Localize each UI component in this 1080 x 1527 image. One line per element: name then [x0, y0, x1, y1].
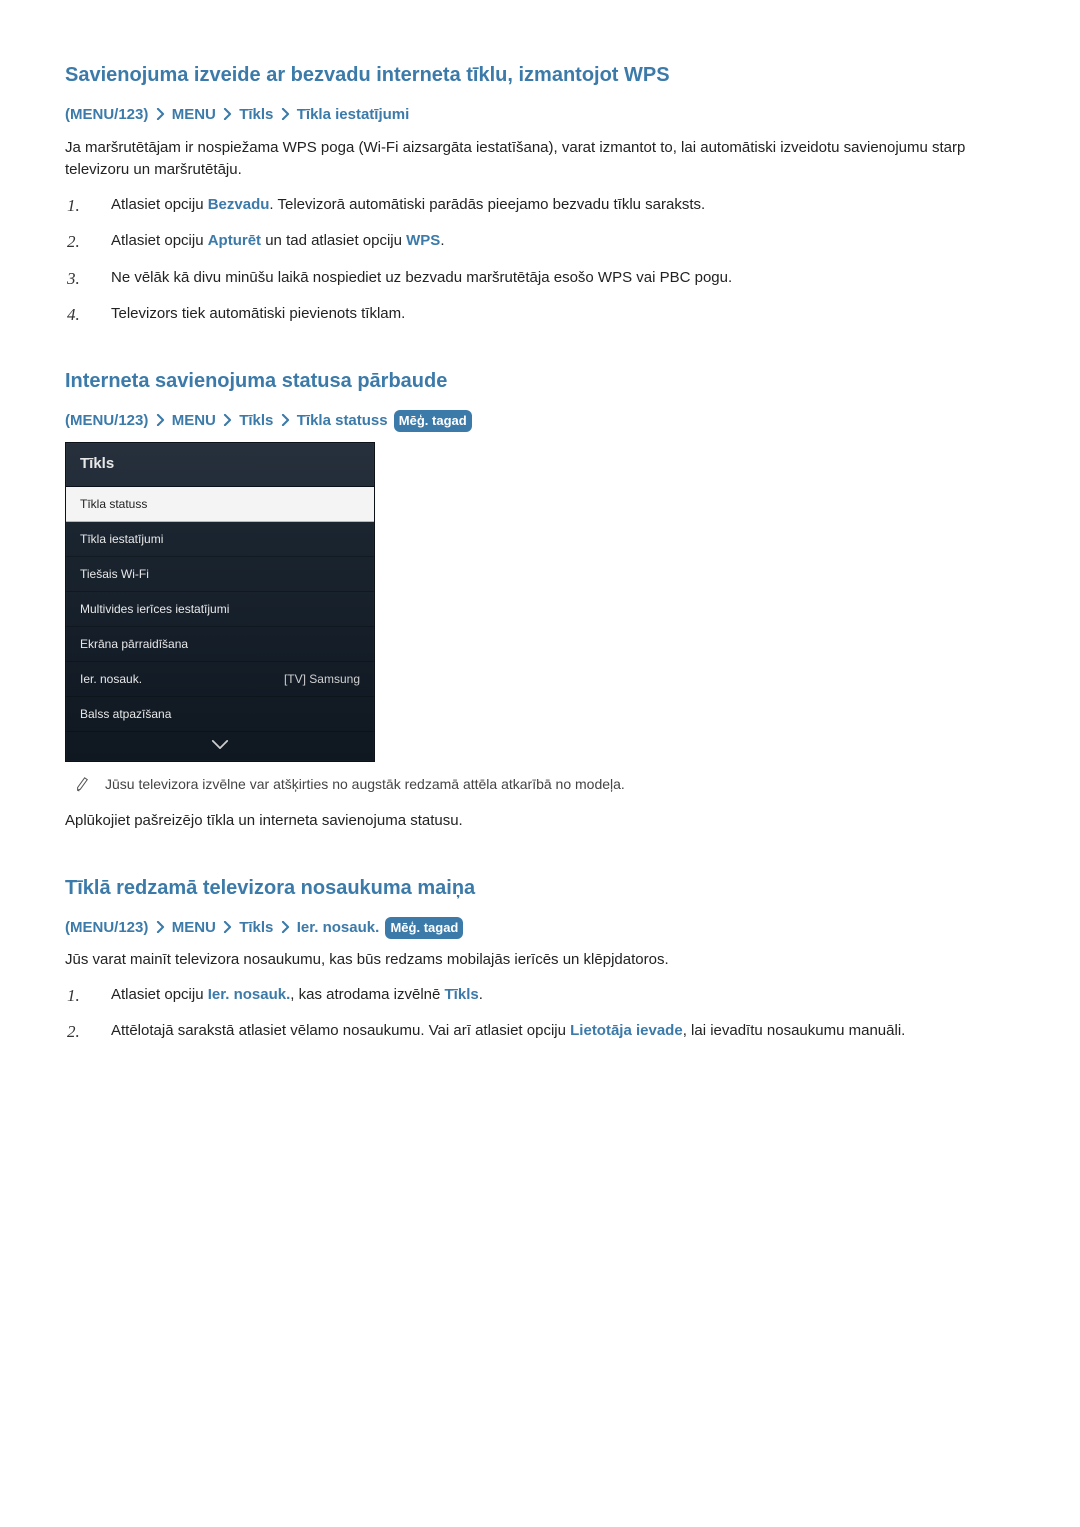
breadcrumb: (MENU/123) MENU Tīkls Ier. nosauk. Mēģ. …: [65, 917, 1015, 940]
keyword: Ier. nosauk.: [208, 986, 291, 1003]
keyword: Lietotāja ievade: [570, 1022, 683, 1039]
menu-item-label: Balss atpazīšana: [80, 705, 171, 723]
menu-item[interactable]: Multivides ierīces iestatījumi: [66, 592, 374, 627]
step-number: 1.: [67, 983, 93, 1009]
step-number: 4.: [67, 302, 93, 328]
paragraph: Aplūkojiet pašreizējo tīkla un interneta…: [65, 810, 1015, 833]
menu-item[interactable]: Ekrāna pārraidīšana: [66, 627, 374, 662]
menu-item[interactable]: Tīkla iestatījumi: [66, 522, 374, 557]
breadcrumb-item: Tīkla iestatījumi: [297, 106, 410, 123]
menu-item-label: Multivides ierīces iestatījumi: [80, 600, 229, 618]
section-rename: Tīklā redzamā televizora nosaukuma maiņa…: [65, 873, 1015, 1043]
list-item: 1. Atlasiet opciju Ier. nosauk., kas atr…: [95, 984, 1015, 1007]
breadcrumb-item: MENU/123: [70, 412, 143, 429]
section-wps: Savienojuma izveide ar bezvadu interneta…: [65, 60, 1015, 326]
breadcrumb: (MENU/123) MENU Tīkls Tīkla iestatījumi: [65, 104, 1015, 127]
step-text: un tad atlasiet opciju: [261, 232, 406, 249]
chevron-right-icon: [281, 918, 290, 941]
section-status: Interneta savienojuma statusa pārbaude (…: [65, 366, 1015, 833]
step-number: 2.: [67, 1019, 93, 1045]
breadcrumb-item: MENU: [172, 919, 216, 936]
list-item: 2. Atlasiet opciju Apturēt un tad atlasi…: [95, 230, 1015, 253]
breadcrumb-item: MENU: [172, 412, 216, 429]
menu-item-value: [TV] Samsung: [284, 670, 360, 688]
breadcrumb-item: Tīkla statuss: [297, 412, 388, 429]
ordered-list: 1. Atlasiet opciju Ier. nosauk., kas atr…: [65, 984, 1015, 1043]
chevron-right-icon: [281, 411, 290, 434]
keyword: Bezvadu: [208, 196, 270, 213]
step-text: Televizors tiek automātiski pievienots t…: [111, 305, 405, 322]
chevron-right-icon: [223, 411, 232, 434]
chevron-right-icon: [156, 411, 165, 434]
step-text: Atlasiet opciju: [111, 986, 208, 1003]
keyword: Tīkls: [445, 986, 479, 1003]
list-item: 4. Televizors tiek automātiski pievienot…: [95, 303, 1015, 326]
list-item: 2. Attēlotajā sarakstā atlasiet vēlamo n…: [95, 1020, 1015, 1043]
step-text: Attēlotajā sarakstā atlasiet vēlamo nosa…: [111, 1022, 570, 1039]
tv-menu-panel: Tīkls Tīkla statuss Tīkla iestatījumi Ti…: [65, 442, 375, 762]
breadcrumb: (MENU/123) MENU Tīkls Tīkla statuss Mēģ.…: [65, 410, 1015, 433]
menu-item-label: Tiešais Wi-Fi: [80, 565, 149, 583]
chevron-right-icon: [156, 105, 165, 128]
chevron-right-icon: [223, 105, 232, 128]
menu-item-label: Tīkla iestatījumi: [80, 530, 163, 548]
chevron-right-icon: [156, 918, 165, 941]
paren-close: ): [143, 919, 148, 936]
try-now-badge[interactable]: Mēģ. tagad: [385, 917, 463, 940]
step-text: Atlasiet opciju: [111, 196, 208, 213]
scroll-down-button[interactable]: [66, 732, 374, 762]
note-text: Jūsu televizora izvēlne var atšķirties n…: [105, 774, 625, 798]
menu-item[interactable]: Tiešais Wi-Fi: [66, 557, 374, 592]
breadcrumb-item: MENU/123: [70, 106, 143, 123]
chevron-right-icon: [281, 105, 290, 128]
intro-paragraph: Jūs varat mainīt televizora nosaukumu, k…: [65, 949, 1015, 972]
menu-item-label: Ier. nosauk.: [80, 670, 142, 688]
section-heading: Savienojuma izveide ar bezvadu interneta…: [65, 60, 1015, 90]
menu-item[interactable]: Ier. nosauk. [TV] Samsung: [66, 662, 374, 697]
step-text: Ne vēlāk kā divu minūšu laikā nospiediet…: [111, 269, 732, 286]
menu-item[interactable]: Tīkla statuss: [66, 487, 374, 522]
breadcrumb-item: Tīkls: [239, 412, 273, 429]
step-text: , lai ievadītu nosaukumu manuāli.: [683, 1022, 906, 1039]
paren-close: ): [143, 106, 148, 123]
step-text: .: [440, 232, 444, 249]
note: Jūsu televizora izvēlne var atšķirties n…: [65, 774, 1015, 798]
step-number: 2.: [67, 229, 93, 255]
try-now-badge[interactable]: Mēģ. tagad: [394, 410, 472, 433]
intro-paragraph: Ja maršrutētājam ir nospiežama WPS poga …: [65, 137, 1015, 182]
step-text: .: [479, 986, 483, 1003]
menu-item-label: Ekrāna pārraidīšana: [80, 635, 188, 653]
paren-close: ): [143, 412, 148, 429]
menu-item[interactable]: Balss atpazīšana: [66, 697, 374, 732]
list-item: 3. Ne vēlāk kā divu minūšu laikā nospied…: [95, 267, 1015, 290]
breadcrumb-item: MENU: [172, 106, 216, 123]
ordered-list: 1. Atlasiet opciju Bezvadu. Televizorā a…: [65, 194, 1015, 326]
breadcrumb-item: Tīkls: [239, 919, 273, 936]
keyword: WPS: [406, 232, 440, 249]
breadcrumb-item: Ier. nosauk.: [297, 919, 380, 936]
pencil-icon: [75, 775, 89, 799]
step-number: 3.: [67, 266, 93, 292]
step-number: 1.: [67, 193, 93, 219]
list-item: 1. Atlasiet opciju Bezvadu. Televizorā a…: [95, 194, 1015, 217]
breadcrumb-item: MENU/123: [70, 919, 143, 936]
keyword: Apturēt: [208, 232, 261, 249]
step-text: Atlasiet opciju: [111, 232, 208, 249]
menu-title: Tīkls: [66, 443, 374, 487]
breadcrumb-item: Tīkls: [239, 106, 273, 123]
menu-item-label: Tīkla statuss: [80, 495, 147, 513]
step-text: , kas atrodama izvēlnē: [290, 986, 444, 1003]
section-heading: Tīklā redzamā televizora nosaukuma maiņa: [65, 873, 1015, 903]
chevron-right-icon: [223, 918, 232, 941]
chevron-down-icon: [211, 738, 229, 753]
section-heading: Interneta savienojuma statusa pārbaude: [65, 366, 1015, 396]
step-text: . Televizorā automātiski parādās pieejam…: [269, 196, 705, 213]
